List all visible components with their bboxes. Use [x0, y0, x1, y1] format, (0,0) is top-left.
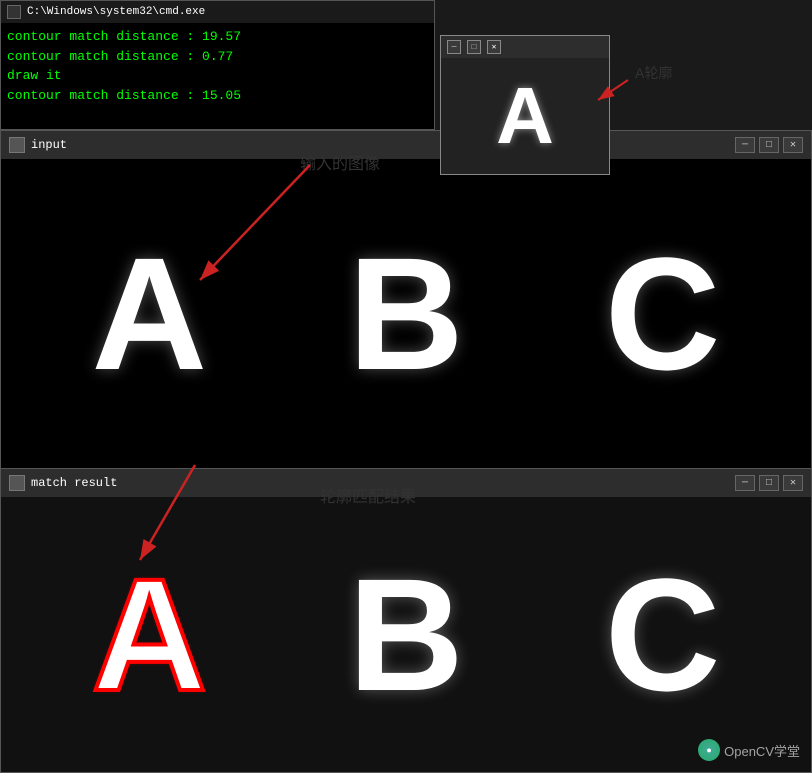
a-contour-window: ─ □ ✕ A: [440, 35, 610, 175]
match-window-controls: ─ □ ✕: [735, 475, 803, 491]
cmd-titlebar: C:\Windows\system32\cmd.exe: [1, 1, 434, 23]
input-close-btn[interactable]: ✕: [783, 137, 803, 153]
match-min-btn[interactable]: ─: [735, 475, 755, 491]
cmd-line-3: draw it: [7, 66, 428, 86]
input-letter-c: C: [605, 234, 721, 394]
a-contour-letter: A: [496, 76, 554, 156]
match-result-label: 轮廓匹配结果: [320, 483, 416, 507]
a-contour-titlebar: ─ □ ✕: [441, 36, 609, 58]
opencv-icon: ●: [698, 739, 720, 761]
match-content: A B C: [1, 497, 811, 772]
input-image-label: 输入的图像: [300, 150, 380, 174]
a-contour-close-btn[interactable]: ✕: [487, 40, 501, 54]
match-window-icon: [9, 475, 25, 491]
cmd-line-2: contour match distance : 0.77: [7, 47, 428, 67]
watermark: ● OpenCV学堂: [698, 739, 800, 761]
input-letter-a: A: [92, 234, 208, 394]
a-contour-annotation: A轮廓: [635, 65, 672, 81]
input-min-btn[interactable]: ─: [735, 137, 755, 153]
cmd-content: contour match distance : 19.57 contour m…: [1, 23, 434, 129]
cmd-line-1: contour match distance : 19.57: [7, 27, 428, 47]
match-max-btn[interactable]: □: [759, 475, 779, 491]
input-content: A B C: [1, 159, 811, 469]
a-contour-content: A: [441, 58, 609, 174]
input-max-btn[interactable]: □: [759, 137, 779, 153]
input-window: input ─ □ ✕ A B C: [0, 130, 812, 470]
input-window-controls: ─ □ ✕: [735, 137, 803, 153]
cmd-icon: [7, 5, 21, 19]
cmd-line-4: contour match distance : 15.05: [7, 86, 428, 106]
watermark-text: OpenCV学堂: [724, 741, 800, 760]
match-window: match result ─ □ ✕ A B C: [0, 468, 812, 773]
cmd-title: C:\Windows\system32\cmd.exe: [27, 6, 428, 18]
match-close-btn[interactable]: ✕: [783, 475, 803, 491]
input-titlebar: input ─ □ ✕: [1, 131, 811, 159]
input-window-icon: [9, 137, 25, 153]
a-contour-max-btn[interactable]: □: [467, 40, 481, 54]
match-letter-c: C: [605, 555, 721, 715]
input-letter-b: B: [348, 234, 464, 394]
match-letter-b: B: [348, 555, 464, 715]
match-letter-a: A: [92, 555, 208, 715]
a-contour-min-btn[interactable]: ─: [447, 40, 461, 54]
cmd-window: C:\Windows\system32\cmd.exe contour matc…: [0, 0, 435, 130]
